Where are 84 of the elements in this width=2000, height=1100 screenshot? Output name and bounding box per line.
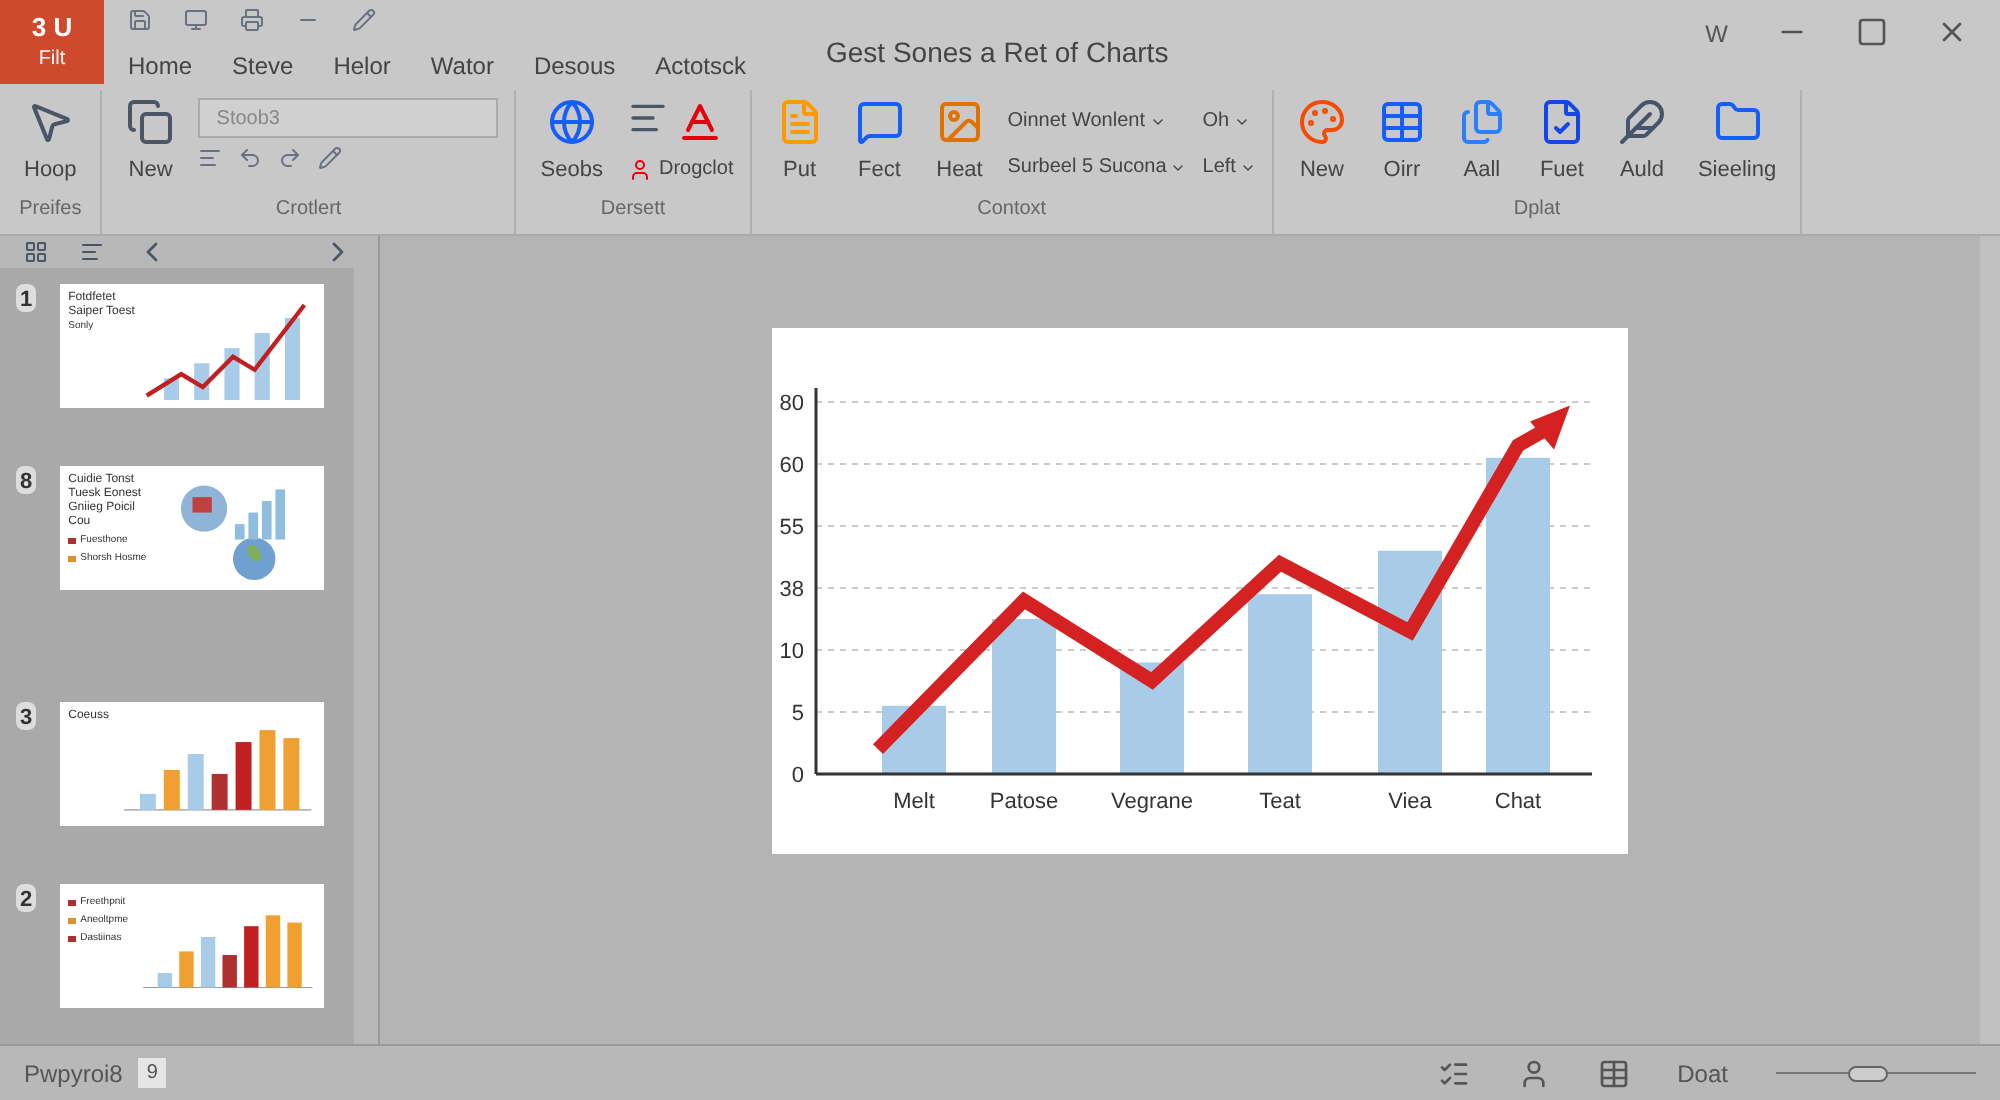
ribbon-button[interactable]: Oirr — [1369, 98, 1434, 187]
globe-icon — [547, 98, 596, 146]
ribbon-button[interactable]: Fect — [847, 98, 912, 187]
dropdown-button[interactable]: Oh — [1202, 106, 1256, 136]
file-tab[interactable]: 3 U Filt — [0, 0, 104, 84]
ribbon-tab[interactable]: Steve — [232, 47, 294, 83]
dropdown-button[interactable]: Surbeel 5 Sucona — [1007, 152, 1187, 182]
scrollbar[interactable] — [1980, 236, 2000, 1044]
x-axis-label: Chat — [1494, 790, 1542, 814]
dropdown-button[interactable]: Oinnet Wonlent — [1007, 106, 1187, 136]
dropdown-button[interactable]: Left — [1202, 152, 1256, 182]
palette-icon — [1297, 98, 1346, 146]
ribbon-button[interactable]: Auld — [1609, 98, 1674, 187]
y-axis-label: 60 — [779, 454, 804, 478]
slide-number: 3 — [16, 702, 37, 730]
y-axis-label: 55 — [779, 516, 804, 540]
ribbon-button[interactable]: Seobs — [532, 98, 611, 187]
x-axis-label: Teat — [1259, 790, 1301, 814]
y-axis-label: 80 — [779, 392, 804, 416]
ribbon-tab[interactable]: Helor — [333, 47, 391, 83]
pointer-icon — [26, 98, 75, 146]
maximize-icon[interactable] — [1856, 16, 1888, 48]
ribbon-tab[interactable]: Wator — [430, 47, 494, 83]
zoom-label: Doat — [1677, 1057, 1728, 1091]
pages-icon — [1457, 98, 1506, 146]
group-label: Preifes — [17, 196, 84, 222]
person-icon[interactable] — [1517, 1057, 1550, 1089]
ribbon-button[interactable]: Fuet — [1529, 98, 1594, 187]
x-axis-label: Melt — [893, 790, 935, 814]
ribbon-tab[interactable]: Home — [128, 47, 193, 83]
redo-icon[interactable] — [278, 146, 303, 170]
zoom-slider[interactable] — [1776, 1063, 1976, 1083]
pencil-icon[interactable] — [352, 8, 376, 32]
slide-number: 8 — [16, 466, 37, 494]
copy-icon — [126, 98, 175, 146]
view-icon[interactable] — [1597, 1057, 1630, 1089]
zoom-thumb[interactable] — [1848, 1065, 1888, 1081]
status-badge: 9 — [138, 1058, 166, 1088]
feather-icon — [1617, 98, 1666, 146]
group-label: Dplat — [1511, 196, 1563, 222]
x-axis-label: Patose — [989, 790, 1059, 814]
folder-icon — [1713, 98, 1762, 146]
ribbon-button[interactable]: Hoop — [16, 98, 85, 187]
ribbon-tab[interactable]: Desous — [533, 47, 616, 83]
y-axis-label: 0 — [791, 764, 804, 788]
legend-swatch — [68, 936, 77, 942]
align-icon[interactable] — [198, 146, 223, 170]
printer-icon[interactable] — [240, 8, 264, 32]
undo-icon[interactable] — [238, 146, 263, 170]
legend-swatch — [68, 918, 77, 924]
app-label: W — [1705, 18, 1728, 52]
picture-icon — [935, 98, 984, 146]
y-axis-label: 10 — [779, 640, 804, 664]
legend-swatch — [68, 900, 77, 906]
ribbon-tab[interactable]: Actotsck — [655, 47, 746, 83]
ribbon-button[interactable]: New — [1289, 98, 1354, 187]
group-label: Dersett — [598, 196, 668, 222]
ribbon-button[interactable]: New — [118, 98, 183, 187]
table-icon — [1377, 98, 1426, 146]
pencil-icon[interactable] — [318, 146, 343, 170]
ribbon-button[interactable]: Heat — [927, 98, 992, 187]
y-axis-label: 38 — [779, 578, 804, 602]
outline-icon[interactable] — [80, 240, 104, 264]
slide-number: 2 — [16, 884, 37, 912]
y-axis-label: 5 — [791, 702, 804, 726]
monitor-icon[interactable] — [184, 8, 208, 32]
ribbon-button[interactable]: Put — [767, 98, 832, 187]
ribbon-button[interactable]: Sieeling — [1689, 98, 1785, 187]
legend-swatch — [68, 538, 77, 544]
window-title: Gest Sones a Ret of Charts — [826, 34, 1169, 72]
person-icon — [627, 157, 651, 181]
group-label: Crotlert — [273, 196, 344, 222]
dropdown-button[interactable]: Drogclot — [627, 154, 734, 184]
ribbon-button[interactable]: Aall — [1449, 98, 1514, 187]
slide-number: 1 — [16, 284, 37, 312]
comment-icon — [855, 98, 904, 146]
group-label: Contoxt — [975, 196, 1049, 222]
notes-icon[interactable] — [1437, 1057, 1470, 1089]
x-axis-label: Viea — [1388, 790, 1432, 814]
legend-swatch — [68, 556, 77, 562]
status-text: Pwpyroi8 — [24, 1057, 123, 1091]
save-icon[interactable] — [128, 8, 152, 32]
x-axis-label: Vegrane — [1111, 790, 1193, 814]
grid-icon[interactable] — [24, 240, 48, 264]
